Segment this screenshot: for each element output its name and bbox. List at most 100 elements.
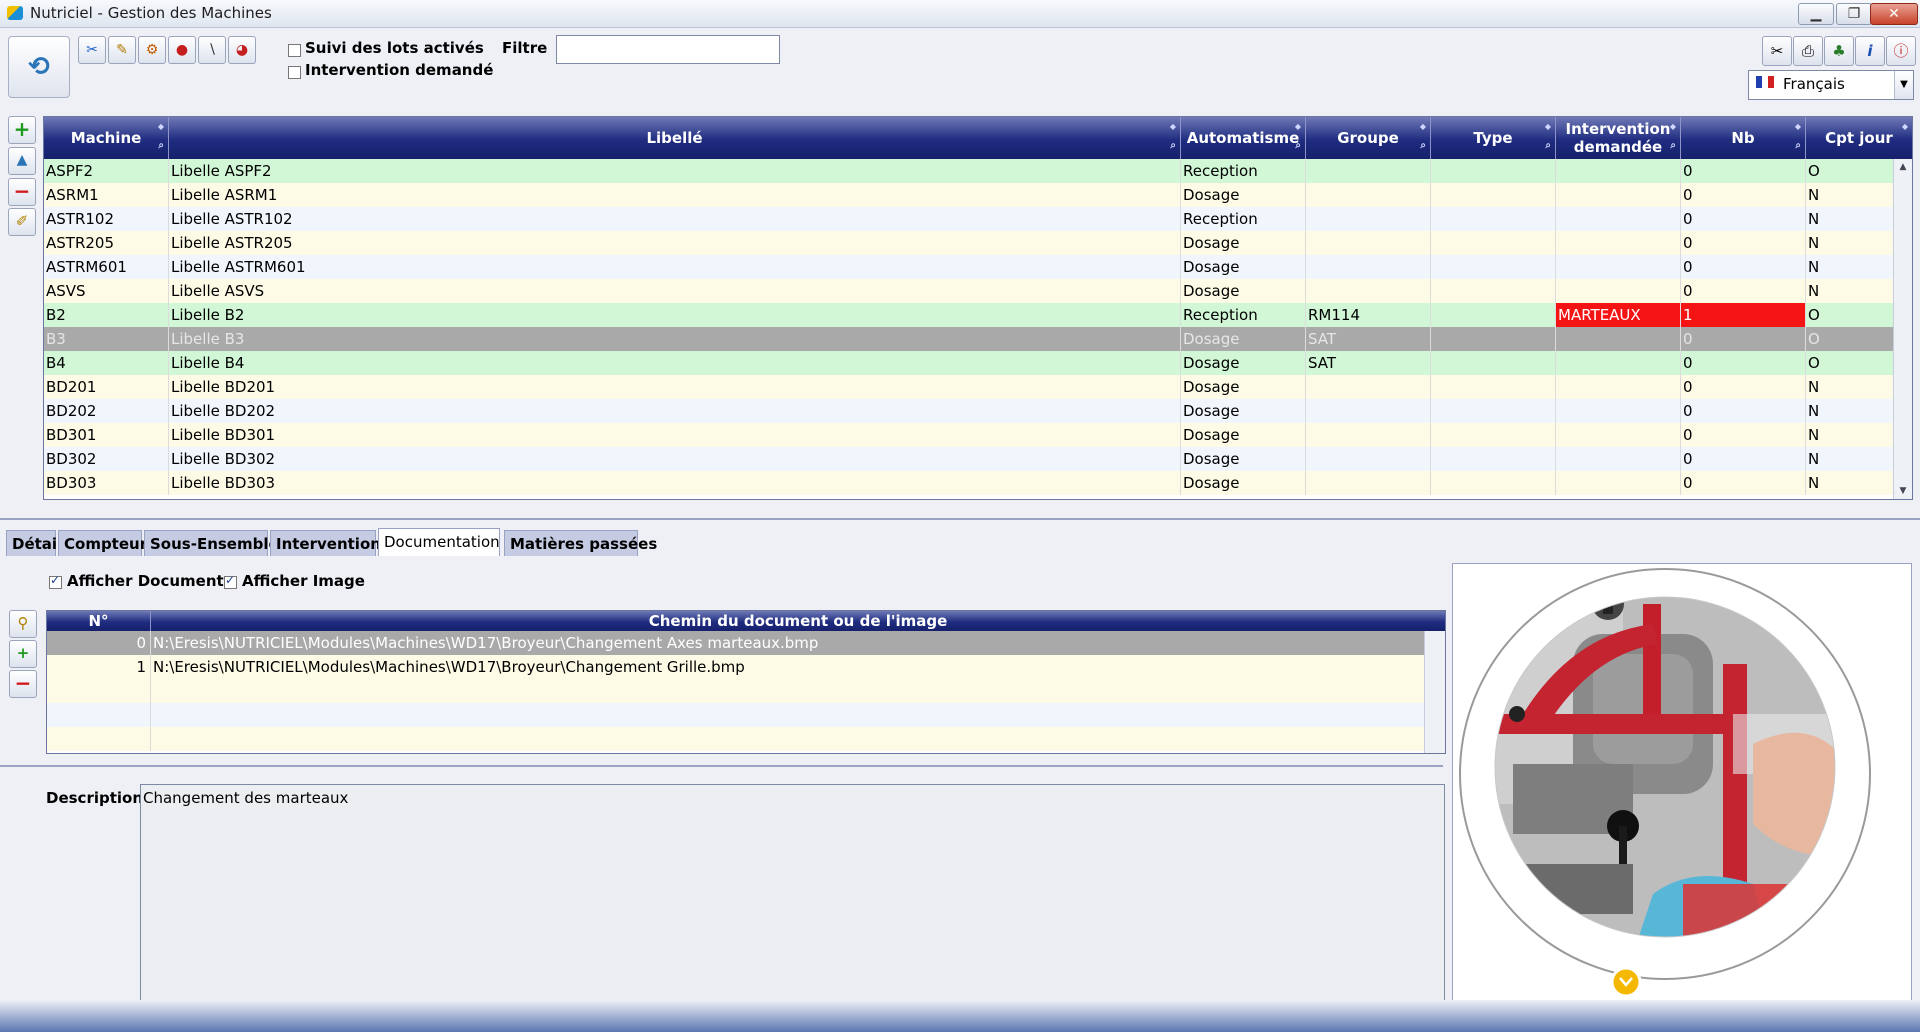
clear-button[interactable]: ✐ [8, 208, 36, 236]
cell-groupe [1306, 207, 1431, 231]
cell-interv [1556, 423, 1681, 447]
afficher-document-checkbox[interactable] [49, 573, 62, 589]
cell-interv [1556, 159, 1681, 183]
cell-type [1431, 279, 1556, 303]
cell-cpt: O [1806, 327, 1894, 351]
document-row[interactable] [47, 727, 1425, 751]
table-row[interactable]: B4 Libelle B4 Dosage SAT 0 O [44, 351, 1894, 375]
print-button[interactable]: ⎙ [1793, 36, 1823, 66]
cell-libelle: Libelle B2 [169, 303, 1181, 327]
filter-icon: ⌕ [1295, 140, 1301, 151]
minimize-button[interactable]: ▁ [1798, 3, 1834, 25]
close-button[interactable]: ✕ [1870, 3, 1918, 25]
cell-auto: Reception [1181, 207, 1306, 231]
tab-interventions[interactable]: Interventions [270, 530, 390, 556]
alert-button[interactable]: ⓘ [1886, 36, 1916, 66]
cell-path [151, 703, 1425, 727]
col-groupe[interactable]: Groupe ⌕ ◆ [1306, 117, 1431, 159]
col-libelle-label: Libellé [646, 129, 703, 147]
cell-cpt: N [1806, 183, 1894, 207]
cell-machine: ASTRM601 [44, 255, 169, 279]
edit-button[interactable]: ✎ [108, 36, 136, 64]
col-cpt-jour[interactable]: Cpt jour ◆ [1806, 117, 1912, 159]
move-up-button[interactable]: ▲ [8, 147, 36, 175]
table-row[interactable]: BD301 Libelle BD301 Dosage 0 N [44, 423, 1894, 447]
doc-separator [0, 765, 1443, 767]
col-intervention[interactable]: Intervention demandée ⌕ ◆ [1556, 117, 1681, 159]
cell-cpt: O [1806, 159, 1894, 183]
col-automatisme-label: Automatisme [1186, 129, 1300, 147]
settings-button[interactable]: ⚙ [138, 36, 166, 64]
cell-groupe: SAT [1306, 351, 1431, 375]
document-row[interactable]: 1 N:\Eresis\NUTRICIEL\Modules\Machines\WD… [47, 655, 1425, 679]
tab-documentation[interactable]: Documentation [378, 528, 500, 556]
table-row[interactable]: BD201 Libelle BD201 Dosage 0 N [44, 375, 1894, 399]
tools-config-button[interactable]: ✂ [1762, 36, 1792, 66]
table-row[interactable]: ASVS Libelle ASVS Dosage 0 N [44, 279, 1894, 303]
info-button[interactable]: i [1855, 36, 1885, 66]
table-row[interactable]: B3 Libelle B3 Dosage SAT 0 O [44, 327, 1894, 351]
maximize-button[interactable]: ❐ [1836, 3, 1872, 25]
add-row-button[interactable]: + [8, 116, 36, 144]
col-automatisme[interactable]: Automatisme ⌕ ◆ [1181, 117, 1306, 159]
chart-button[interactable]: ◕ [228, 36, 256, 64]
tab-sous-ensembles[interactable]: Sous-Ensembles [144, 530, 288, 556]
documents-scrollbar[interactable] [1424, 631, 1445, 753]
filtre-input[interactable] [556, 35, 780, 64]
description-field[interactable]: Changement des marteaux [140, 784, 1445, 1016]
search-icon: ⌕ [1670, 140, 1676, 151]
machines-scrollbar[interactable]: ▲ ▼ [1893, 159, 1912, 499]
table-row[interactable]: BD302 Libelle BD302 Dosage 0 N [44, 447, 1894, 471]
afficher-document-label: Afficher Document [67, 572, 224, 590]
cell-type [1431, 471, 1556, 495]
delete-row-button[interactable]: − [8, 178, 36, 206]
cell-type [1431, 231, 1556, 255]
scroll-down-badge-icon[interactable] [1610, 966, 1642, 998]
document-row[interactable] [47, 703, 1425, 727]
table-row[interactable]: ASRM1 Libelle ASRM1 Dosage 0 N [44, 183, 1894, 207]
users-icon: ♣ [1832, 42, 1846, 60]
table-row[interactable]: ASTR205 Libelle ASTR205 Dosage 0 N [44, 231, 1894, 255]
tools-icon: ✂ [1770, 42, 1784, 60]
add-doc-button[interactable]: + [9, 640, 37, 668]
cell-type [1431, 159, 1556, 183]
cell-nb: 0 [1681, 447, 1806, 471]
col-nb[interactable]: Nb ⌕ ◆ [1681, 117, 1806, 159]
col-machine[interactable]: Machine ⌕ ◆ [44, 117, 169, 159]
table-row[interactable]: ASTRM601 Libelle ASTRM601 Dosage 0 N [44, 255, 1894, 279]
stats-button[interactable]: ● [168, 36, 196, 64]
afficher-image-checkbox[interactable] [224, 573, 237, 589]
document-row[interactable] [47, 679, 1425, 703]
refresh-button[interactable]: ⟲ [8, 36, 70, 98]
info-icon: i [1867, 42, 1873, 60]
tab-matieres-passees[interactable]: Matières passées [504, 530, 657, 556]
col-type[interactable]: Type ⌕ ◆ [1431, 117, 1556, 159]
cell-auto: Dosage [1181, 327, 1306, 351]
scroll-up-icon[interactable]: ▲ [1894, 159, 1912, 175]
col-path[interactable]: Chemin du document ou de l'image [151, 611, 1445, 631]
cell-machine: BD201 [44, 375, 169, 399]
col-num[interactable]: N° [47, 611, 151, 631]
splitter[interactable] [0, 518, 1920, 520]
table-row[interactable]: ASPF2 Libelle ASPF2 Reception 0 O [44, 159, 1894, 183]
tab-compteur[interactable]: Compteur [58, 530, 147, 556]
intervention-demande-checkbox[interactable] [288, 66, 301, 79]
table-row[interactable]: B2 Libelle B2 Reception RM114 MARTEAUX 1 O [44, 303, 1894, 327]
suivi-lots-checkbox[interactable] [288, 44, 301, 57]
remove-doc-button[interactable]: − [9, 670, 37, 698]
cell-type [1431, 183, 1556, 207]
document-row[interactable]: 0 N:\Eresis\NUTRICIEL\Modules\Machines\WD… [47, 631, 1425, 655]
table-row[interactable]: BD303 Libelle BD303 Dosage 0 N [44, 471, 1894, 495]
users-button[interactable]: ♣ [1824, 36, 1854, 66]
tools-button[interactable]: ✂ [78, 36, 106, 64]
cell-libelle: Libelle BD202 [169, 399, 1181, 423]
gauge-button[interactable]: ∖ [198, 36, 226, 64]
tab-detail[interactable]: Détail [6, 530, 62, 556]
open-doc-button[interactable]: ⚲ [9, 610, 37, 638]
table-row[interactable]: ASTR102 Libelle ASTR102 Reception 0 N [44, 207, 1894, 231]
col-libelle[interactable]: Libellé ⌕ ◆ [169, 117, 1181, 159]
table-row[interactable]: BD202 Libelle BD202 Dosage 0 N [44, 399, 1894, 423]
scroll-down-icon[interactable]: ▼ [1894, 483, 1912, 499]
language-select[interactable]: Français ▼ [1748, 70, 1914, 100]
chevron-down-icon[interactable]: ▼ [1894, 71, 1913, 99]
